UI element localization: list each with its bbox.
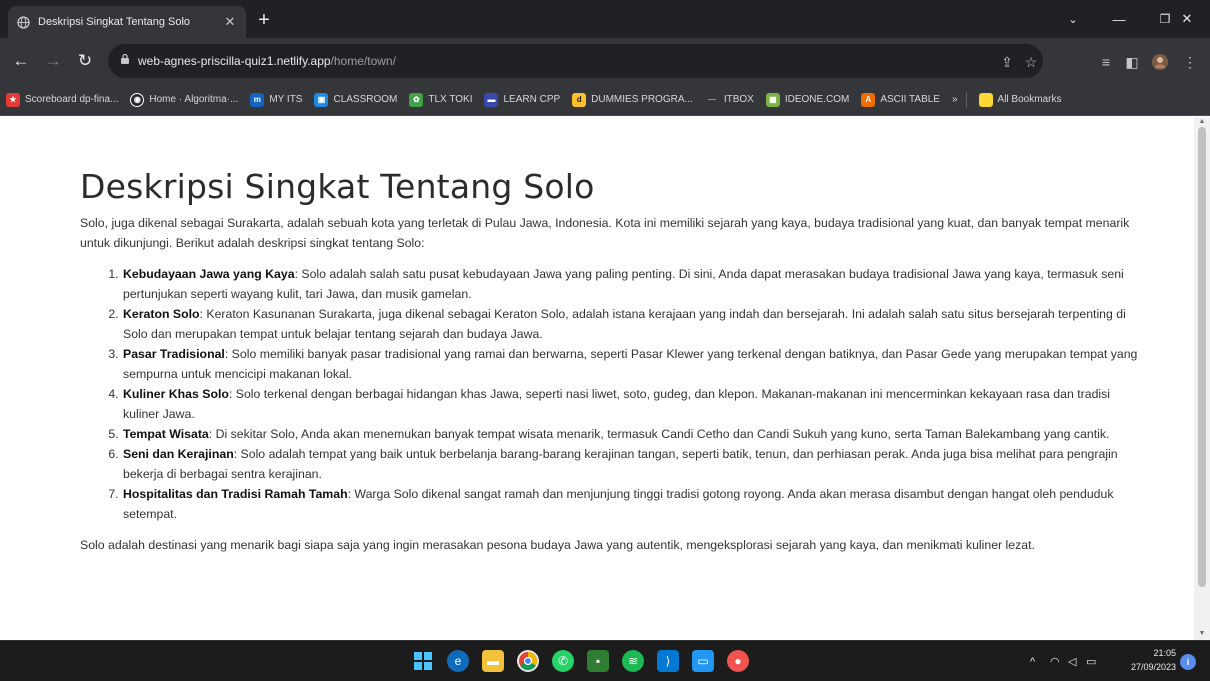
solo-highlights-list: Kebudayaan Jawa yang Kaya: Solo adalah s…: [122, 264, 1140, 524]
taskbar-clock[interactable]: 21:05 27/09/2023: [1128, 646, 1176, 674]
ideone-icon: ▦: [765, 92, 780, 107]
browser-toolbar: ← → ↻ web-agnes-priscilla-quiz1.netlify.…: [0, 38, 1210, 84]
browser-tab[interactable]: Deskripsi Singkat Tentang Solo ✕: [8, 6, 246, 38]
bookmark-item[interactable]: ✿ TLX TOKI: [409, 92, 472, 107]
list-item-title: Tempat Wisata: [123, 427, 209, 441]
ascii-table-icon: A: [861, 92, 876, 107]
list-item-text: : Solo memiliki banyak pasar tradisional…: [123, 347, 1138, 381]
url-host: web-agnes-priscilla-quiz1.netlify.app: [138, 54, 331, 68]
new-tab-button[interactable]: +: [252, 9, 276, 33]
list-item-title: Kuliner Khas Solo: [123, 387, 229, 401]
firefox-icon[interactable]: ●: [727, 650, 749, 672]
bookmark-item[interactable]: ◉ Home · Algoritma·...: [130, 92, 238, 107]
scroll-down-icon[interactable]: ▼: [1198, 630, 1206, 638]
learncpp-icon: ▬: [484, 92, 499, 107]
list-item-title: Pasar Tradisional: [123, 347, 225, 361]
bookmark-item[interactable]: A ASCII TABLE: [861, 92, 940, 107]
chrome-icon[interactable]: [517, 650, 539, 672]
scrollbar-thumb[interactable]: [1198, 127, 1206, 587]
list-item: Pasar Tradisional: Solo memiliki banyak …: [122, 344, 1140, 384]
wifi-icon[interactable]: ◠: [1050, 641, 1060, 681]
bookmarks-bar: ★ Scoreboard dp-fina... ◉ Home · Algoritma…: [0, 84, 1210, 116]
list-item: Tempat Wisata: Di sekitar Solo, Anda aka…: [122, 424, 1140, 444]
bookmarks-overflow-icon[interactable]: »: [952, 94, 958, 105]
site-info-icon[interactable]: [120, 52, 130, 70]
list-item-text: : Solo adalah tempat yang baik untuk ber…: [123, 447, 1118, 481]
globe-icon: [16, 15, 30, 29]
list-item-title: Seni dan Kerajinan: [123, 447, 234, 461]
close-window-button[interactable]: ✕: [1164, 0, 1210, 38]
minimize-button[interactable]: —: [1096, 0, 1142, 38]
bookmark-item[interactable]: ▣ CLASSROOM: [314, 92, 397, 107]
bookmark-item[interactable]: ★ Scoreboard dp-fina...: [6, 92, 118, 107]
tray-overflow-icon[interactable]: ^: [1030, 641, 1035, 681]
list-item-text: : Solo terkenal dengan berbagai hidangan…: [123, 387, 1111, 421]
tlx-icon: ✿: [409, 92, 424, 107]
outro-paragraph: Solo adalah destinasi yang menarik bagi …: [80, 538, 1035, 552]
myits-icon: m: [250, 92, 265, 107]
list-item: Keraton Solo: Keraton Kasunanan Surakart…: [122, 304, 1140, 344]
url-path: /home/town/: [330, 54, 396, 68]
tab-strip: Deskripsi Singkat Tentang Solo ✕ + ⌄ — ❐…: [0, 0, 1210, 38]
list-item-title: Keraton Solo: [123, 307, 200, 321]
dummies-icon: d: [572, 92, 587, 107]
scroll-up-icon[interactable]: ▲: [1198, 118, 1206, 126]
clock-time: 21:05: [1153, 648, 1176, 658]
bookmark-item[interactable]: — ITBOX: [705, 93, 754, 107]
bookmark-item[interactable]: d DUMMIES PROGRA...: [572, 92, 693, 107]
bookmarks-divider: [965, 91, 967, 108]
list-item-title: Hospitalitas dan Tradisi Ramah Tamah: [123, 487, 348, 501]
classroom-icon: ▣: [314, 92, 329, 107]
profile-avatar-icon[interactable]: [1150, 52, 1170, 72]
clock-date: 27/09/2023: [1130, 662, 1176, 672]
all-bookmarks-folder[interactable]: All Bookmarks: [978, 92, 1061, 107]
forward-button[interactable]: →: [40, 48, 66, 74]
page-content: Deskripsi Singkat Tentang Solo Solo, jug…: [80, 167, 1140, 555]
list-item-text: : Keraton Kasunanan Surakarta, juga dike…: [123, 307, 1126, 341]
itbox-icon: —: [707, 95, 716, 104]
tab-search-icon[interactable]: ⌄: [1050, 0, 1096, 38]
page-scrollbar[interactable]: ▲ ▼: [1194, 117, 1210, 640]
menu-kebab-icon[interactable]: ⋮: [1180, 52, 1200, 72]
bookmark-item[interactable]: ▬ LEARN CPP: [484, 92, 560, 107]
github-icon: ◉: [130, 92, 145, 107]
side-panel-icon[interactable]: ◧: [1122, 52, 1142, 72]
reading-list-icon[interactable]: ≡: [1096, 52, 1116, 72]
page-viewport: Deskripsi Singkat Tentang Solo Solo, jug…: [0, 117, 1194, 640]
whatsapp-icon[interactable]: ✆: [552, 650, 574, 672]
bookmark-favicon-icon: ★: [6, 92, 20, 107]
chat-app-icon[interactable]: ▪: [587, 650, 609, 672]
tab-close-icon[interactable]: ✕: [222, 14, 238, 30]
back-button[interactable]: ←: [8, 48, 34, 74]
list-item: Seni dan Kerajinan: Solo adalah tempat y…: [122, 444, 1140, 484]
list-item-title: Kebudayaan Jawa yang Kaya: [123, 267, 295, 281]
intro-paragraph: Solo, juga dikenal sebagai Surakarta, ad…: [80, 216, 1130, 250]
list-item: Kebudayaan Jawa yang Kaya: Solo adalah s…: [122, 264, 1140, 304]
reload-button[interactable]: ↻: [72, 48, 98, 74]
bookmark-item[interactable]: ▦ IDEONE.COM: [765, 92, 849, 107]
bookmark-star-icon[interactable]: ☆: [1021, 52, 1041, 72]
address-bar[interactable]: web-agnes-priscilla-quiz1.netlify.app/ho…: [108, 44, 1043, 78]
folder-icon: [978, 92, 993, 107]
battery-icon[interactable]: ▭: [1086, 641, 1096, 681]
spotify-icon[interactable]: ≋: [622, 650, 644, 672]
vscode-icon[interactable]: ⟩: [657, 650, 679, 672]
windows-taskbar: e ▬ ✆ ▪ ≋ ⟩ ▭ ● ^ ◠ ◁ ▭ 21:05 27/09/2023…: [0, 640, 1210, 681]
volume-icon[interactable]: ◁: [1068, 641, 1076, 681]
list-item: Kuliner Khas Solo: Solo terkenal dengan …: [122, 384, 1140, 424]
edge-icon[interactable]: e: [447, 650, 469, 672]
page-title: Deskripsi Singkat Tentang Solo: [80, 167, 595, 206]
bookmark-item[interactable]: m MY ITS: [250, 92, 302, 107]
notification-icon[interactable]: i: [1180, 654, 1196, 670]
share-icon[interactable]: ⇪: [997, 52, 1017, 72]
list-item: Hospitalitas dan Tradisi Ramah Tamah: Wa…: [122, 484, 1140, 524]
list-item-text: : Di sekitar Solo, Anda akan menemukan b…: [208, 427, 1110, 441]
windows-start-icon[interactable]: [412, 650, 434, 672]
tab-title: Deskripsi Singkat Tentang Solo: [38, 16, 191, 28]
app-store-icon[interactable]: ▭: [692, 650, 714, 672]
file-explorer-icon[interactable]: ▬: [482, 650, 504, 672]
